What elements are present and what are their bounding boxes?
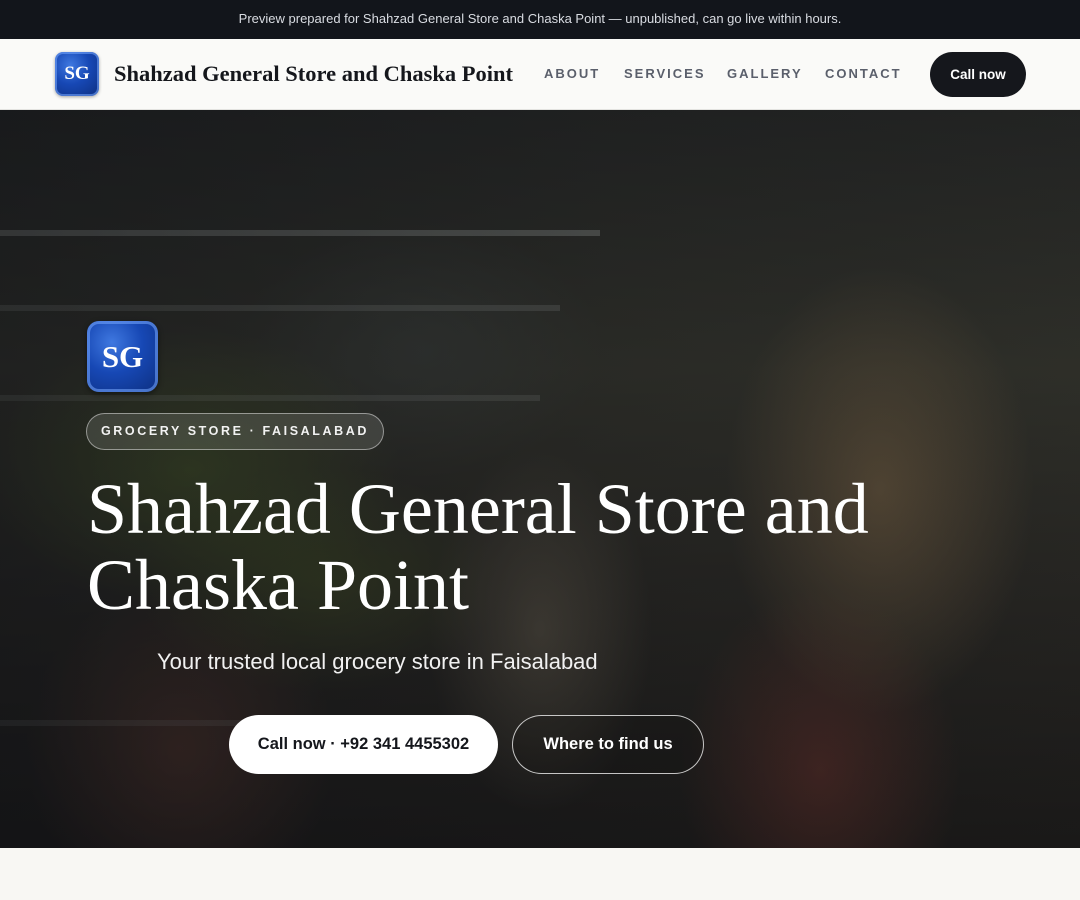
nav-link-about[interactable]: ABOUT [544, 66, 600, 82]
hero-title: Shahzad General Store and Chaska Point [87, 469, 869, 625]
brand-logo[interactable]: SG [55, 52, 99, 96]
hero-location-button[interactable]: Where to find us [512, 715, 704, 774]
nav-link-contact[interactable]: CONTACT [825, 66, 902, 82]
header-call-now-button[interactable]: Call now [930, 52, 1026, 97]
hero-subtitle: Your trusted local grocery store in Fais… [157, 649, 598, 674]
site-header: SG Shahzad General Store and Chaska Poin… [0, 39, 1080, 110]
hero-call-button[interactable]: Call now · +92 341 4455302 [229, 715, 498, 774]
hero-logo: SG [87, 321, 158, 392]
brand-name[interactable]: Shahzad General Store and Chaska Point [114, 59, 513, 89]
preview-banner: Preview prepared for Shahzad General Sto… [0, 0, 1080, 39]
nav-link-services[interactable]: SERVICES [624, 66, 706, 82]
hero-section: SG GROCERY STORE · FAISALABAD Shahzad Ge… [0, 110, 1080, 848]
nav-link-gallery[interactable]: GALLERY [727, 66, 803, 82]
hero-category-badge: GROCERY STORE · FAISALABAD [86, 413, 384, 450]
